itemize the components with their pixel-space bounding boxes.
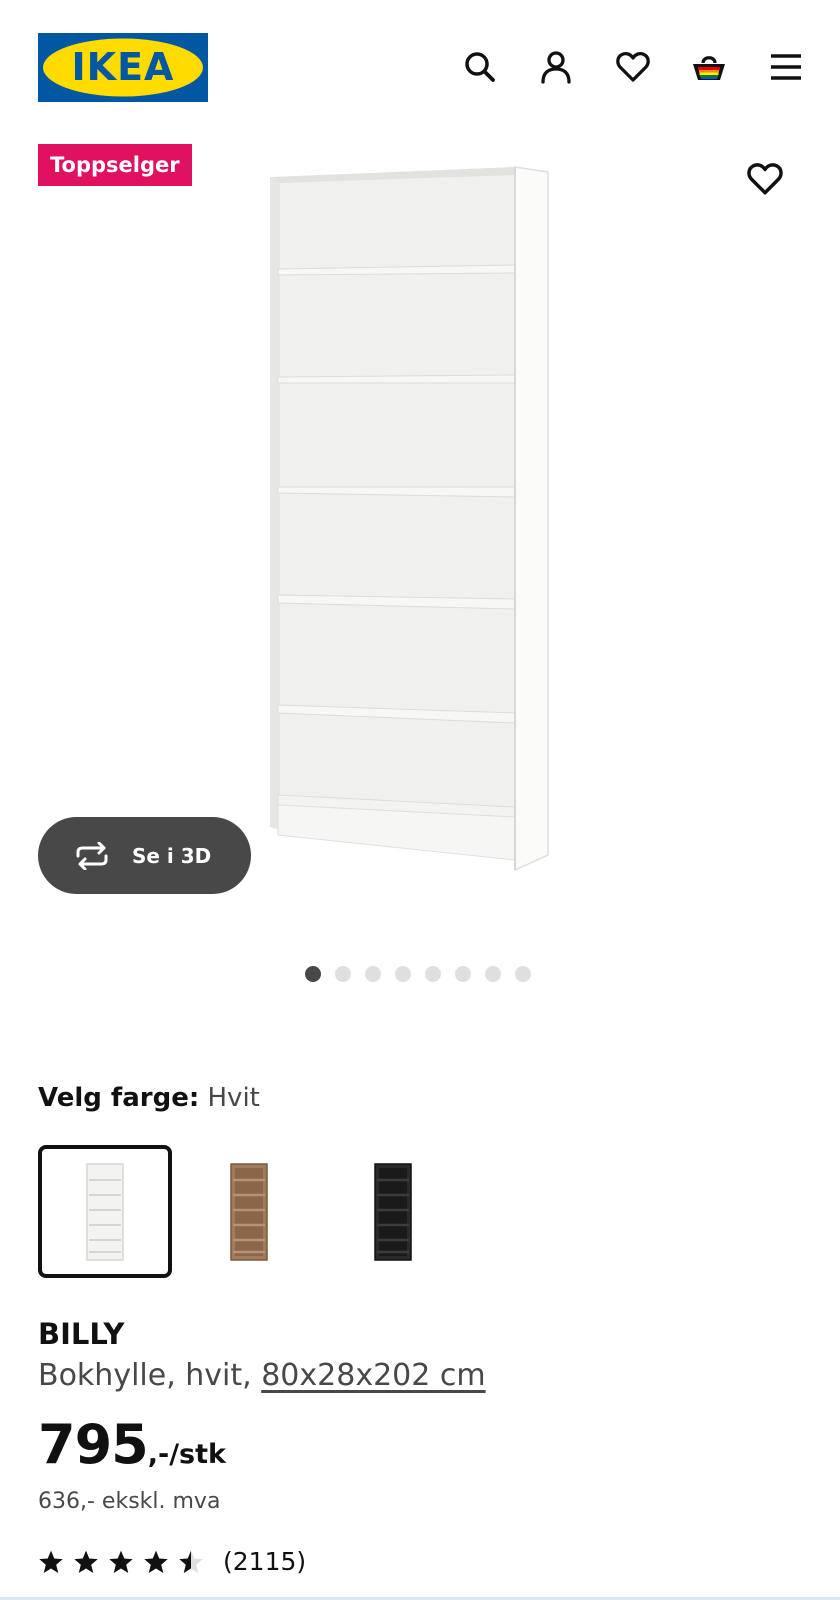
carousel-dot[interactable] — [305, 966, 321, 982]
view-in-3d-button[interactable]: Se i 3D — [38, 817, 251, 894]
star-full-icon — [109, 1550, 133, 1573]
view-in-3d-label: Se i 3D — [132, 843, 212, 868]
image-carousel-dots — [305, 966, 531, 982]
site-header: IKEA — [0, 0, 840, 120]
price-suffix: ,-/stk — [147, 1439, 226, 1470]
color-swatch-brown[interactable] — [182, 1145, 316, 1278]
price-excl-vat: 636,- ekskl. mva — [38, 1489, 221, 1514]
carousel-dot[interactable] — [455, 966, 471, 982]
menu-icon[interactable] — [764, 45, 808, 89]
carousel-dot[interactable] — [395, 966, 411, 982]
product-name: BILLY — [38, 1317, 125, 1351]
account-icon[interactable] — [534, 45, 578, 89]
star-full-icon — [144, 1550, 168, 1573]
cart-icon[interactable] — [687, 45, 731, 89]
color-swatch-black[interactable] — [326, 1145, 460, 1278]
carousel-dot[interactable] — [485, 966, 501, 982]
product-type: Bokhylle, hvit, — [38, 1358, 262, 1393]
bookcase-white-thumbnail — [86, 1162, 124, 1261]
product-dimensions-link[interactable]: 80x28x202 cm — [261, 1358, 485, 1393]
carousel-dot[interactable] — [515, 966, 531, 982]
product-price: 795,-/stk — [38, 1413, 226, 1476]
color-swatch-white[interactable] — [38, 1145, 172, 1278]
price-main: 795 — [38, 1413, 149, 1476]
top-seller-badge: Toppselger — [38, 144, 192, 186]
carousel-dot[interactable] — [425, 966, 441, 982]
heart-icon — [747, 163, 783, 195]
star-full-icon — [74, 1550, 98, 1573]
svg-text:IKEA: IKEA — [72, 45, 175, 89]
star-full-icon — [39, 1550, 63, 1573]
heart-icon[interactable] — [611, 45, 655, 89]
search-icon[interactable] — [458, 45, 502, 89]
color-swatches — [38, 1145, 460, 1278]
color-label: Velg farge: — [38, 1083, 200, 1113]
product-description: Bokhylle, hvit, 80x28x202 cm — [38, 1358, 486, 1393]
carousel-dot[interactable] — [335, 966, 351, 982]
add-to-favourites-button[interactable] — [742, 156, 788, 202]
star-half-icon — [179, 1550, 203, 1573]
carousel-dot[interactable] — [365, 966, 381, 982]
bookcase-brown-thumbnail — [230, 1162, 268, 1261]
ikea-logo[interactable]: IKEA — [38, 33, 208, 102]
product-image[interactable] — [270, 165, 560, 880]
selected-color: Hvit — [207, 1083, 260, 1113]
product-rating[interactable]: (2115) — [38, 1547, 306, 1576]
color-selector-label: Velg farge: Hvit — [38, 1083, 260, 1113]
review-count: (2115) — [223, 1547, 307, 1576]
rotate-3d-icon — [76, 841, 108, 870]
bookcase-black-thumbnail — [374, 1162, 412, 1261]
